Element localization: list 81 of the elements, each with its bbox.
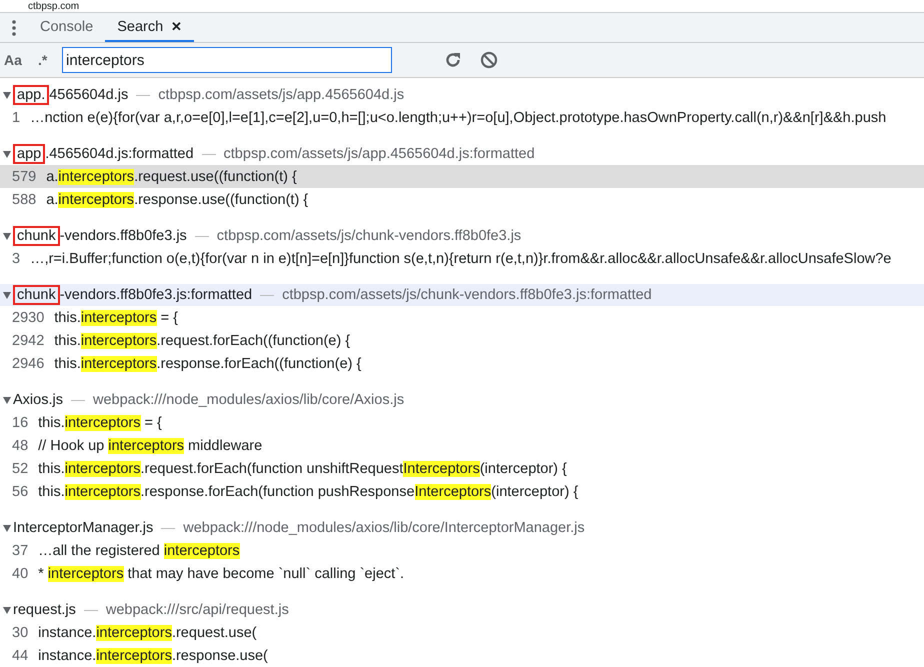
file-path: ctbpsp.com/assets/js/app.4565604d.js bbox=[158, 87, 404, 103]
expanded-triangle-icon[interactable] bbox=[3, 524, 11, 532]
match-line[interactable]: 40 * interceptors that may have become `null` calling `eject`. bbox=[0, 562, 924, 585]
line-number: 588 bbox=[11, 192, 38, 208]
line-number: 16 bbox=[11, 414, 30, 430]
match-line[interactable]: 30 instance.interceptors.request.use( bbox=[0, 621, 924, 644]
code-text: …,r=i.Buffer;function o(e,t){for(var n in e)t[n]=e[n]}function s(e,t,n){return r(e,t,n)}r.from&&r.alloc&&r.allocUnsafe&&r.allocUnsafeSlow?e bbox=[30, 250, 892, 266]
line-number: 2942 bbox=[11, 332, 46, 348]
expanded-triangle-icon[interactable] bbox=[3, 92, 11, 98]
expanded-triangle-icon[interactable] bbox=[3, 232, 11, 240]
file-name: chunk -vendors.ff8b0fe3.js:formatted bbox=[13, 285, 252, 305]
match-line[interactable]: 588 a.interceptors.response.use((function(t) { bbox=[0, 188, 924, 211]
expanded-triangle-icon[interactable] bbox=[3, 292, 11, 298]
match-line[interactable]: 16 this.interceptors = { bbox=[0, 411, 924, 434]
file-name: app. 4565604d.js bbox=[13, 85, 128, 105]
expanded-triangle-icon[interactable] bbox=[3, 396, 11, 404]
match-line[interactable]: 52 this.interceptors.request.forEach(function unshiftRequestInterceptors(interceptor) { bbox=[0, 457, 924, 480]
code-text: * interceptors that may have become `null` calling `eject`. bbox=[38, 566, 404, 582]
line-number: 37 bbox=[11, 542, 30, 558]
file-header[interactable]: chunk -vendors.ff8b0fe3.js:formatted ctbpsp.com/assets/js/chunk-vendors.ff8b0fe3.js:formatted bbox=[0, 284, 924, 306]
line-number: 56 bbox=[11, 484, 30, 500]
match-line[interactable]: 48 // Hook up interceptors middleware bbox=[0, 434, 924, 457]
line-number: 2930 bbox=[11, 310, 46, 326]
file-header[interactable]: app. 4565604d.js ctbpsp.com/assets/js/app.4565604d.js bbox=[0, 84, 924, 106]
code-text: this.interceptors.response.forEach(function pushResponseInterceptors(interceptor) { bbox=[38, 484, 578, 500]
code-text: this.interceptors.request.forEach((function(e) { bbox=[54, 332, 350, 348]
match-line[interactable]: 2930 this.interceptors = { bbox=[0, 306, 924, 329]
clear-icon[interactable] bbox=[480, 51, 498, 69]
code-text: this.interceptors = { bbox=[38, 414, 162, 430]
file-path: webpack:///node_modules/axios/lib/core/Axios.js bbox=[92, 392, 404, 408]
line-number: 40 bbox=[11, 566, 30, 582]
code-text: instance.interceptors.response.use( bbox=[38, 648, 268, 664]
line-number: 30 bbox=[11, 624, 30, 640]
file-header[interactable]: request.js webpack:///src/api/request.js bbox=[0, 599, 924, 621]
match-line[interactable]: 2942 this.interceptors.request.forEach((function(e) { bbox=[0, 329, 924, 352]
regex-toggle[interactable]: .* bbox=[38, 52, 62, 68]
match-line[interactable]: 56 this.interceptors.response.forEach(function pushResponseInterceptors(interceptor) { bbox=[0, 480, 924, 503]
code-text: // Hook up interceptors middleware bbox=[38, 438, 262, 454]
close-tab-button[interactable]: ✕ bbox=[171, 19, 182, 34]
match-line[interactable]: 2946 this.interceptors.response.forEach((function(e) { bbox=[0, 352, 924, 375]
match-line[interactable]: 1 …nction e(e){for(var a,r,o=e[0],l=e[1],c=e[2],u=0,h=[];u<o.length;u++)r=o[u],Object.prototype.hasOwnProperty.call(n,r)&&n[r]&&h.push bbox=[0, 106, 924, 129]
match-case-toggle[interactable]: Aa bbox=[4, 52, 38, 68]
refresh-icon[interactable] bbox=[444, 51, 462, 69]
tree-item[interactable]: ctbpsp.com bbox=[28, 0, 80, 12]
file-path: ctbpsp.com/assets/js/chunk-vendors.ff8b0fe3.js bbox=[216, 228, 522, 244]
line-number: 48 bbox=[11, 438, 30, 454]
line-number: 3 bbox=[11, 250, 22, 266]
match-line[interactable]: 37 …all the registered interceptors bbox=[0, 539, 924, 562]
line-number: 44 bbox=[11, 648, 30, 664]
line-number: 2946 bbox=[11, 356, 46, 372]
code-text: instance.interceptors.request.use( bbox=[38, 624, 257, 640]
file-header[interactable]: Axios.js webpack:///node_modules/axios/lib/core/Axios.js bbox=[0, 389, 924, 411]
file-path: webpack:///node_modules/axios/lib/core/InterceptorManager.js bbox=[183, 520, 585, 536]
file-name: app .4565604d.js:formatted bbox=[13, 144, 194, 164]
line-number: 579 bbox=[11, 168, 38, 184]
file-name: InterceptorManager.js bbox=[13, 520, 154, 536]
file-path: ctbpsp.com/assets/js/chunk-vendors.ff8b0fe3.js:formatted bbox=[282, 287, 652, 303]
file-path: ctbpsp.com/assets/js/app.4565604d.js:formatted bbox=[224, 146, 535, 162]
match-line[interactable]: 3 …,r=i.Buffer;function o(e,t){for(var n in e)t[n]=e[n]}function s(e,t,n){return r(e,t,n)}r.from&&r.alloc&&r.allocUnsafe&&r.allocUnsafeSlow?e bbox=[0, 247, 924, 270]
file-header[interactable]: app .4565604d.js:formatted ctbpsp.com/assets/js/app.4565604d.js:formatted bbox=[0, 143, 924, 165]
file-header[interactable]: chunk -vendors.ff8b0fe3.js ctbpsp.com/assets/js/chunk-vendors.ff8b0fe3.js bbox=[0, 225, 924, 247]
search-field[interactable]: interceptors bbox=[62, 47, 392, 73]
more-options-icon[interactable] bbox=[12, 20, 16, 36]
code-text: a.interceptors.response.use((function(t) { bbox=[46, 192, 308, 208]
code-text: this.interceptors.request.forEach(function unshiftRequestInterceptors(interceptor) { bbox=[38, 460, 567, 476]
file-name: request.js bbox=[13, 602, 76, 618]
code-text: a.interceptors.request.use((function(t) { bbox=[46, 168, 297, 184]
match-line[interactable]: 44 instance.interceptors.response.use( bbox=[0, 644, 924, 667]
file-name: Axios.js bbox=[13, 392, 63, 408]
panel-tab[interactable]: Console bbox=[28, 13, 106, 42]
code-text: this.interceptors = { bbox=[54, 310, 178, 326]
file-name: chunk -vendors.ff8b0fe3.js bbox=[13, 226, 187, 246]
line-number: 1 bbox=[11, 110, 22, 126]
line-number: 52 bbox=[11, 460, 30, 476]
file-header[interactable]: InterceptorManager.js webpack:///node_modules/axios/lib/core/InterceptorManager.js bbox=[0, 517, 924, 539]
code-text: …all the registered interceptors bbox=[38, 542, 240, 558]
code-text: this.interceptors.response.forEach((function(e) { bbox=[54, 356, 362, 372]
expanded-triangle-icon[interactable] bbox=[3, 150, 11, 158]
code-text: …nction e(e){for(var a,r,o=e[0],l=e[1],c=e[2],u=0,h=[];u<o.length;u++)r=o[u],Object.prototype.hasOwnProperty.call(n,r)&&n[r]&&h.push bbox=[30, 110, 886, 126]
file-path: webpack:///src/api/request.js bbox=[106, 602, 289, 618]
expanded-triangle-icon[interactable] bbox=[3, 606, 11, 614]
